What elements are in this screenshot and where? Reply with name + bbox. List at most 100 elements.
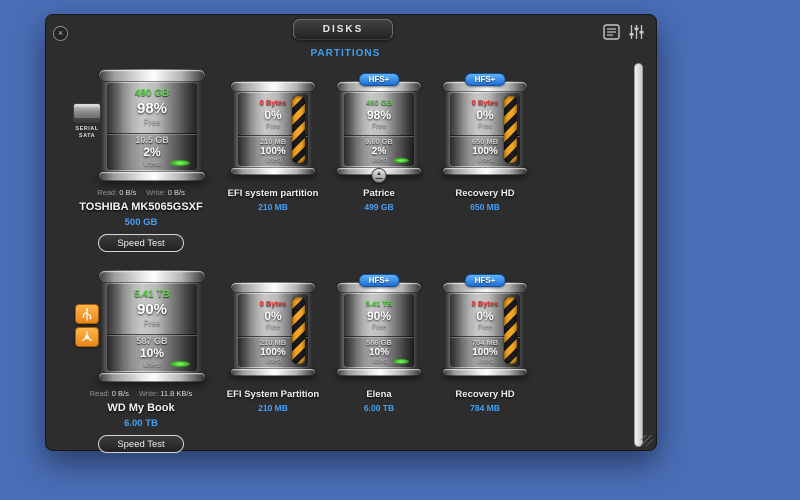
partition-name: Recovery HD [455, 389, 514, 400]
free-amount: 5.41 TB [134, 289, 170, 300]
barrel-rim [98, 69, 206, 82]
partition-barrel-patrice[interactable]: 490 GB 98% Free 9.60 GB 2% Used [339, 81, 419, 175]
header-icons [603, 24, 646, 40]
free-percent: 0% [476, 108, 493, 122]
partition-barrel-recovery2[interactable]: 0 Bytes 0% Free 784 MB 100% Used [445, 282, 525, 376]
partition-name: Elena [366, 389, 391, 400]
partition-size: 6.00 TB [364, 403, 394, 413]
barrel-gauge: 5.41 TB 90% Free 587 GB 10% Used [107, 284, 197, 371]
partition-barrel-efi2[interactable]: 0 Bytes 0% Free 210 MB 100% Used [233, 282, 313, 376]
used-percent: 10% [140, 346, 164, 360]
disk-barrel-toshiba[interactable]: 490 GB 98% Free 10.5 GB 2% Used [101, 69, 203, 181]
disk-module-toshiba: SERIAL SATA 490 GB 98% Free 10 [62, 69, 220, 252]
fill-level-indicator [170, 160, 190, 166]
free-label: Free [372, 123, 386, 130]
free-amount: 0 Bytes [472, 98, 499, 107]
partition-name: Recovery HD [455, 188, 514, 199]
used-amount: 587 GB [136, 336, 167, 346]
partition-barrel-elena[interactable]: 5.41 TB 90% Free 586 GB 10% Used [339, 282, 419, 376]
tab-partitions[interactable]: PARTITIONS [310, 48, 380, 59]
free-amount: 0 Bytes [472, 299, 499, 308]
free-percent: 0% [476, 309, 493, 323]
disks-content: SERIAL SATA 490 GB 98% Free 10 [62, 69, 626, 471]
partition-barrel-recovery1[interactable]: 0 Bytes 0% Free 650 MB 100% Used [445, 81, 525, 175]
write-value: 0 B/s [168, 188, 185, 197]
disk-row-toshiba: SERIAL SATA 490 GB 98% Free 10 [62, 69, 626, 252]
free-amount: 490 GB [366, 98, 392, 107]
tab-disks[interactable]: DISKS [293, 19, 393, 40]
barrel-gauge: 490 GB 98% Free 9.60 GB 2% Used [344, 93, 414, 166]
list-view-icon[interactable] [603, 24, 620, 40]
partition-size: 210 MB [258, 403, 288, 413]
barrel-gauge: 5.41 TB 90% Free 586 GB 10% Used [344, 294, 414, 367]
disk-module-wd: 5.41 TB 90% Free 587 GB 10% Used [62, 270, 220, 453]
used-percent: 100% [472, 347, 498, 358]
close-button[interactable]: × [53, 26, 68, 41]
eject-icon-bar [376, 178, 383, 180]
partition-module-elena: HFS+ 5.41 TB 90% Free 586 GB [326, 270, 432, 413]
used-amount: 10.5 GB [135, 135, 169, 145]
disk-size: 6.00 TB [124, 418, 158, 429]
resize-handle[interactable] [641, 435, 653, 447]
external-drive-icons [71, 304, 103, 347]
free-amount: 0 Bytes [260, 98, 287, 107]
eject-icon: ▲ [376, 172, 382, 177]
used-percent: 100% [260, 146, 286, 157]
used-label: Used [477, 157, 493, 164]
fill-level-indicator [393, 158, 409, 163]
hazard-full-indicator [504, 96, 517, 163]
barrel-rim [98, 270, 206, 283]
partition-module-recovery2: HFS+ 0 Bytes 0% Free 784 MB [432, 270, 538, 413]
filesystem-badge: HFS+ [359, 274, 400, 287]
barrel-rim [98, 372, 206, 382]
speed-test-button[interactable]: Speed Test [98, 234, 183, 252]
barrel-rim [98, 171, 206, 181]
free-percent: 98% [367, 108, 391, 122]
used-percent: 2% [372, 146, 386, 157]
partition-size: 650 MB [470, 202, 500, 212]
sliders-icon[interactable] [629, 24, 646, 40]
free-label: Free [144, 319, 160, 328]
partition-size: 784 MB [470, 403, 500, 413]
used-percent: 100% [472, 146, 498, 157]
disk-name: TOSHIBA MK5065GSXF [79, 201, 202, 213]
partition-module-efi1: 0 Bytes 0% Free 210 MB 100% Used [220, 69, 326, 212]
disk-row-wd: 5.41 TB 90% Free 587 GB 10% Used [62, 270, 626, 453]
free-label: Free [266, 123, 280, 130]
free-percent: 90% [137, 301, 167, 318]
scrollbar[interactable] [634, 63, 643, 447]
disk-size: 500 GB [125, 217, 158, 228]
free-percent: 90% [367, 309, 391, 323]
write-label: Write: [139, 389, 158, 398]
internal-drive-icon [73, 103, 101, 123]
hazard-full-indicator [292, 96, 305, 163]
barrel-gauge: 0 Bytes 0% Free 210 MB 100% Used [238, 93, 308, 166]
fill-level-indicator [170, 361, 190, 367]
read-write-stats: Read: 0 B/s Write: 0 B/s [97, 188, 185, 197]
disks-window: × DISKS PARTITIONS SERIAL SATA [45, 14, 657, 451]
barrel-rim [230, 81, 316, 92]
used-percent: 100% [260, 347, 286, 358]
sata-drive-icon: SERIAL SATA [71, 103, 103, 140]
used-label: Used [265, 157, 281, 164]
used-percent: 2% [143, 145, 160, 159]
barrel-rim [230, 282, 316, 293]
free-label: Free [266, 324, 280, 331]
barrel-rim [442, 167, 528, 175]
partition-name: Patrice [363, 188, 395, 199]
disk-barrel-wd[interactable]: 5.41 TB 90% Free 587 GB 10% Used [101, 270, 203, 382]
disk-name: WD My Book [107, 402, 174, 414]
partition-module-recovery1: HFS+ 0 Bytes 0% Free 650 MB [432, 69, 538, 212]
free-label: Free [144, 118, 160, 127]
write-label: Write: [146, 188, 165, 197]
read-label: Read: [90, 389, 110, 398]
free-amount: 5.41 TB [366, 299, 393, 308]
partition-module-efi2: 0 Bytes 0% Free 210 MB 100% Used [220, 270, 326, 413]
filesystem-badge: HFS+ [465, 274, 506, 287]
free-label: Free [478, 324, 492, 331]
read-label: Read: [97, 188, 117, 197]
speed-test-button[interactable]: Speed Test [98, 435, 183, 453]
partition-barrel-efi1[interactable]: 0 Bytes 0% Free 210 MB 100% Used [233, 81, 313, 175]
eject-button[interactable]: ▲ [372, 168, 387, 183]
used-label: Used [143, 159, 161, 168]
